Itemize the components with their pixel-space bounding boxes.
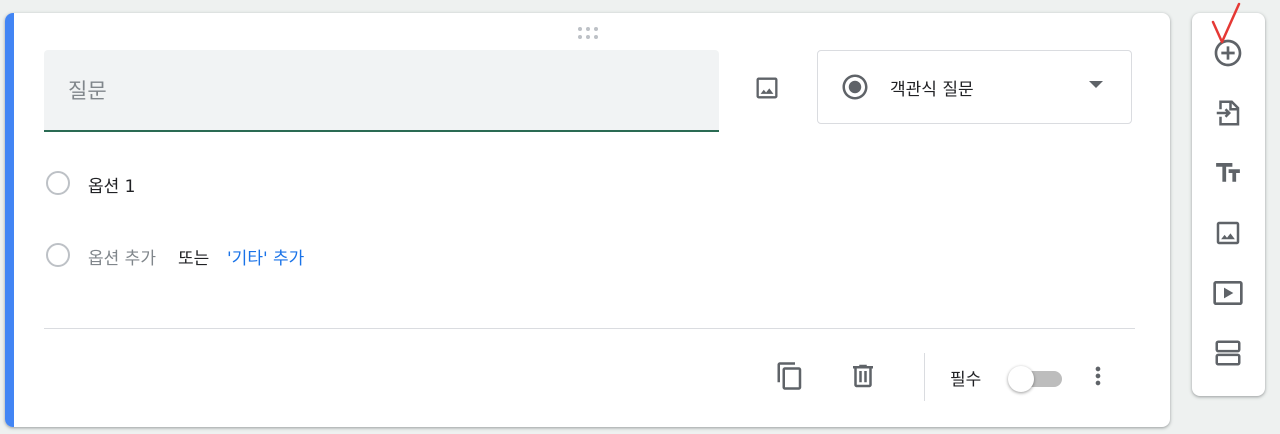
add-video-icon xyxy=(1213,281,1243,305)
duplicate-button[interactable] xyxy=(770,356,810,396)
add-title-button[interactable] xyxy=(1208,153,1248,193)
add-image-icon xyxy=(1216,221,1240,245)
or-text: 또는 xyxy=(178,249,210,269)
footer-divider xyxy=(44,328,1135,329)
annotation-checkmark-icon xyxy=(1211,2,1241,44)
card-accent-bar xyxy=(5,13,14,427)
floating-toolbar xyxy=(1192,13,1265,396)
drag-handle-icon[interactable] xyxy=(578,25,608,41)
add-option-radio xyxy=(46,243,70,267)
required-toggle[interactable] xyxy=(1006,364,1064,392)
add-video-button[interactable] xyxy=(1208,273,1248,313)
delete-button[interactable] xyxy=(843,356,883,396)
add-image-button[interactable] xyxy=(1208,213,1248,253)
question-type-dropdown[interactable]: 객관식 질문 xyxy=(817,50,1132,124)
more-vert-icon xyxy=(1095,366,1101,386)
option-1-radio xyxy=(46,171,70,195)
question-type-label: 객관식 질문 xyxy=(890,80,974,100)
more-options-button[interactable] xyxy=(1078,356,1118,396)
add-section-button[interactable] xyxy=(1208,333,1248,373)
copy-icon xyxy=(777,362,802,390)
add-title-icon xyxy=(1216,163,1240,182)
question-title-field[interactable] xyxy=(44,50,719,132)
question-card[interactable]: 객관식 질문 옵션 1 옵션 추가 또는 '기타' 추가 필수 xyxy=(5,13,1170,427)
import-questions-icon xyxy=(1216,100,1240,126)
delete-icon xyxy=(853,364,873,388)
image-icon xyxy=(756,77,778,99)
add-other-button[interactable]: '기타' 추가 xyxy=(227,244,304,269)
add-option-button[interactable]: 옵션 추가 xyxy=(88,244,156,269)
dropdown-arrow-icon xyxy=(1089,81,1103,88)
radio-button-checked-icon xyxy=(842,74,868,100)
footer-separator xyxy=(924,353,925,401)
required-label: 필수 xyxy=(950,370,982,390)
question-title-input[interactable] xyxy=(66,72,690,110)
toggle-thumb xyxy=(1008,366,1034,392)
add-question-image-button[interactable] xyxy=(747,68,787,108)
import-questions-button[interactable] xyxy=(1208,93,1248,133)
add-section-icon xyxy=(1215,340,1241,366)
option-1-label[interactable]: 옵션 1 xyxy=(88,172,136,197)
